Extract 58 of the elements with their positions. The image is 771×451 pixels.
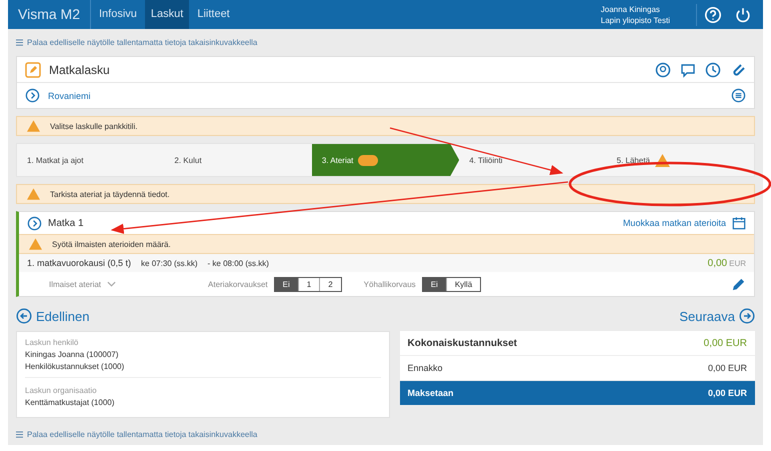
nav-tab[interactable]: Liitteet — [191, 0, 236, 29]
location-text: Rovaniemi — [48, 90, 91, 100]
section-heading: Laskun organisaatio — [25, 386, 98, 395]
wizard-step[interactable]: 1. Matkat ja ajot — [17, 144, 164, 176]
day-label: 1. matkavuorokausi (0,5 t) — [27, 258, 132, 268]
info-text: Kenttämatkustajat (1000) — [25, 398, 116, 407]
section-heading: Laskun henkilö — [25, 338, 80, 347]
list-icon[interactable] — [731, 88, 746, 103]
user-name[interactable]: Joanna Kiningas — [600, 4, 670, 14]
expand-icon[interactable] — [25, 88, 40, 103]
nav-tab[interactable]: Laskut — [144, 0, 190, 29]
toggle-option[interactable]: Ei — [422, 278, 446, 290]
warning-text: Valitse laskulle pankkitili. — [50, 122, 138, 130]
help-icon[interactable] — [704, 6, 722, 24]
edit-meals-link[interactable]: Muokkaa matkan aterioita — [622, 218, 726, 228]
power-icon[interactable] — [734, 6, 752, 24]
summary-label: Maksetaan — [408, 388, 454, 398]
comment-icon[interactable] — [680, 62, 696, 78]
list-icon — [16, 38, 23, 46]
summary-label: Kokonaiskustannukset — [408, 338, 517, 348]
free-meals-label: Ilmaiset ateriat — [49, 280, 102, 288]
warning-icon — [27, 120, 40, 132]
toggle-label: Yöhallikorvaus — [364, 280, 416, 288]
page-title: Matkalasku — [49, 62, 110, 76]
summary-value: 0,00 EUR — [704, 338, 747, 348]
history-icon[interactable] — [705, 62, 721, 78]
arrow-right-icon — [739, 308, 755, 324]
start-time: ke 07:30 (ss.kk) — [141, 258, 198, 268]
back-link[interactable]: Palaa edelliselle näytölle tallentamatta tietoja takaisinkuvakkeella — [16, 35, 755, 49]
currency-label: EUR — [729, 258, 746, 268]
calendar-icon[interactable] — [732, 216, 746, 230]
arrow-left-icon — [16, 308, 32, 324]
warning-icon — [29, 238, 42, 250]
trip-title: Matka 1 — [48, 218, 84, 228]
next-button[interactable]: Seuraava — [679, 308, 755, 324]
user-organization: Lapin yliopisto Testi — [600, 14, 670, 26]
wizard-step[interactable]: 4. Tiliöinti — [459, 144, 607, 176]
list-icon — [16, 430, 23, 438]
edit-icon — [25, 62, 41, 78]
summary-label: Ennakko — [408, 363, 443, 373]
info-text: Henkilökustannukset (1000) — [25, 362, 126, 371]
toggle-option[interactable]: Ei — [274, 278, 298, 290]
end-time: - ke 08:00 (ss.kk) — [208, 258, 269, 268]
warning-text: Tarkista ateriat ja täydennä tiedot. — [50, 190, 170, 198]
day-amount: 0,00 — [708, 258, 728, 268]
summary-value: 0,00 EUR — [708, 388, 747, 398]
expand-icon[interactable] — [27, 216, 42, 230]
previous-button[interactable]: Edellinen — [16, 308, 90, 324]
info-text: Kiningas Joanna (100007) — [25, 350, 120, 359]
nav-tab[interactable]: Infosivu — [92, 0, 143, 29]
back-link[interactable]: Palaa edelliselle näytölle tallentamatta tietoja takaisinkuvakkeella — [16, 427, 755, 441]
wizard-step[interactable]: 2. Kulut — [164, 144, 312, 176]
wizard-step[interactable]: 3. Ateriat — [312, 144, 460, 176]
summary-value: 0,00 EUR — [708, 363, 747, 373]
pencil-icon[interactable] — [731, 276, 746, 292]
toggle-label: Ateriakorvaukset — [208, 280, 268, 288]
warning-icon — [27, 188, 40, 200]
warning-text: Syötä ilmaisten aterioiden määrä. — [52, 240, 171, 248]
